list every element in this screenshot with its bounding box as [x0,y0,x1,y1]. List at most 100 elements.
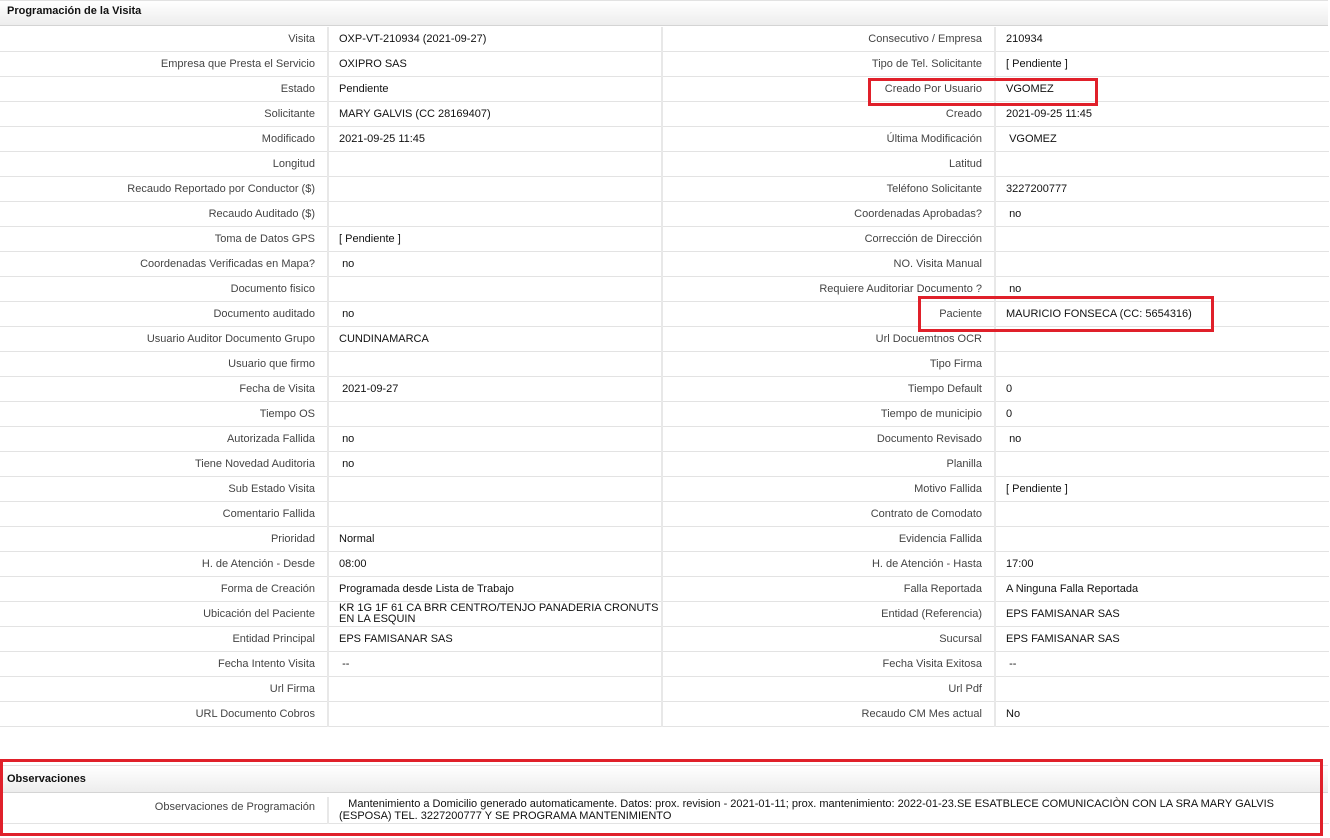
field-label: Url Firma [0,676,328,702]
table-row: Toma de Datos GPS[ Pendiente ] Corrección… [0,226,1329,252]
field-value: no [994,201,1329,227]
table-row: Estado Pendiente Creado Por Usuario VGOMEZ [0,76,1329,102]
field-label: Solicitante [0,101,328,127]
field-value: 2021-09-27 [327,376,662,402]
table-row: Visita OXP-VT-210934 (2021-09-27) Consecut… [0,27,1329,52]
field-label: Motivo Fallida [661,476,995,502]
field-label: Recaudo Reportado por Conductor ($) [0,176,328,202]
field-value [327,401,662,427]
field-label: Consecutivo / Empresa [661,27,995,52]
table-row: Recaudo Auditado ($) Coordenadas Aprobada… [0,201,1329,227]
field-label: Tiempo OS [0,401,328,427]
field-label: Tiempo de municipio [661,401,995,427]
field-value: EPS FAMISANAR SAS [327,626,662,652]
field-value: -- [327,651,662,677]
field-label: Documento auditado [0,301,328,327]
field-value [994,676,1329,702]
table-row: Comentario Fallida Contrato de Comodato [0,501,1329,527]
field-value: no [327,426,662,452]
field-label: Recaudo CM Mes actual [661,701,995,727]
field-value: 0 [994,401,1329,427]
field-value [994,326,1329,352]
field-value: 08:00 [327,551,662,577]
field-label: Coordenadas Verificadas en Mapa? [0,251,328,277]
table-row: Modificado 2021-09-25 11:45 Última Modific… [0,126,1329,152]
field-value [327,176,662,202]
field-label: NO. Visita Manual [661,251,995,277]
field-value: KR 1G 1F 61 CA BRR CENTRO/TENJO PANADERI… [327,601,662,627]
table-row: Fecha Intento Visita -- Fecha Visita Exit… [0,651,1329,677]
field-value [327,276,662,302]
field-value [327,476,662,502]
field-value: Programada desde Lista de Trabajo [327,576,662,602]
field-value [994,251,1329,277]
field-value: 0 [994,376,1329,402]
table-row: Solicitante MARY GALVIS (CC 28169407) Crea… [0,101,1329,127]
field-label: Entidad (Referencia) [661,601,995,627]
table-row: Recaudo Reportado por Conductor ($) Teléf… [0,176,1329,202]
field-label: Evidencia Fallida [661,526,995,552]
section-header-programacion: Programación de la Visita [0,0,1328,26]
field-label: Recaudo Auditado ($) [0,201,328,227]
table-row: Documento fisico Requiere Auditoriar Docu… [0,276,1329,302]
field-value: MAURICIO FONSECA (CC: 5654316) [994,301,1329,327]
field-value: CUNDINAMARCA [327,326,662,352]
table-row: Entidad Principal EPS FAMISANAR SAS Sucurs… [0,626,1329,652]
visit-details-table: Visita OXP-VT-210934 (2021-09-27) Consecut… [0,27,1329,727]
field-value [327,701,662,727]
field-label: Requiere Auditoriar Documento ? [661,276,995,302]
field-value [327,501,662,527]
table-row: Documento auditado no Paciente MAURICIO FO… [0,301,1329,327]
table-row: Usuario Auditor Documento Grupo CUNDINAMA… [0,326,1329,352]
field-value: [ Pendiente ] [994,51,1329,77]
table-row: Autorizada Fallida no Documento Revisado … [0,426,1329,452]
field-value: EPS FAMISANAR SAS [994,626,1329,652]
field-value [327,676,662,702]
observaciones-table: Observaciones de Programación Mantenimie… [0,797,1329,824]
field-label: Modificado [0,126,328,152]
field-label: Contrato de Comodato [661,501,995,527]
table-row: Coordenadas Verificadas en Mapa? no NO. V… [0,251,1329,277]
field-label: Creado [661,101,995,127]
field-label: Fecha de Visita [0,376,328,402]
field-label: Sub Estado Visita [0,476,328,502]
field-label: Longitud [0,151,328,177]
field-value: no [327,301,662,327]
field-label: Tipo de Tel. Solicitante [661,51,995,77]
field-value: OXP-VT-210934 (2021-09-27) [327,27,662,52]
field-label: Tiene Novedad Auditoria [0,451,328,477]
field-label: H. de Atención - Hasta [661,551,995,577]
field-value: 17:00 [994,551,1329,577]
field-value: Mantenimiento a Domicilio generado autom… [327,797,1329,824]
field-label: Observaciones de Programación [0,797,328,824]
field-label: Corrección de Dirección [661,226,995,252]
table-row: Tiene Novedad Auditoria no Planilla [0,451,1329,477]
field-label: URL Documento Cobros [0,701,328,727]
field-label: Ubicación del Paciente [0,601,328,627]
field-value: MARY GALVIS (CC 28169407) [327,101,662,127]
field-value: No [994,701,1329,727]
section-header-observaciones: Observaciones [0,765,1328,793]
table-row: H. de Atención - Desde 08:00 H. de Atenció… [0,551,1329,577]
field-label: Creado Por Usuario [661,76,995,102]
field-value [327,151,662,177]
table-row: Ubicación del Paciente KR 1G 1F 61 CA BRR… [0,601,1329,627]
field-value: A Ninguna Falla Reportada [994,576,1329,602]
field-label: Empresa que Presta el Servicio [0,51,328,77]
field-label: Última Modificación [661,126,995,152]
field-value [327,351,662,377]
field-label: Teléfono Solicitante [661,176,995,202]
field-label: Prioridad [0,526,328,552]
field-label: Usuario que firmo [0,351,328,377]
field-value: -- [994,651,1329,677]
field-value: [ Pendiente ] [994,476,1329,502]
table-row: Tiempo OS Tiempo de municipio 0 [0,401,1329,427]
field-label: Coordenadas Aprobadas? [661,201,995,227]
field-label: Tipo Firma [661,351,995,377]
field-label: Fecha Visita Exitosa [661,651,995,677]
field-label: Entidad Principal [0,626,328,652]
field-value [327,201,662,227]
section-title: Programación de la Visita [7,5,142,17]
field-label: Planilla [661,451,995,477]
table-row: Usuario que firmo Tipo Firma [0,351,1329,377]
